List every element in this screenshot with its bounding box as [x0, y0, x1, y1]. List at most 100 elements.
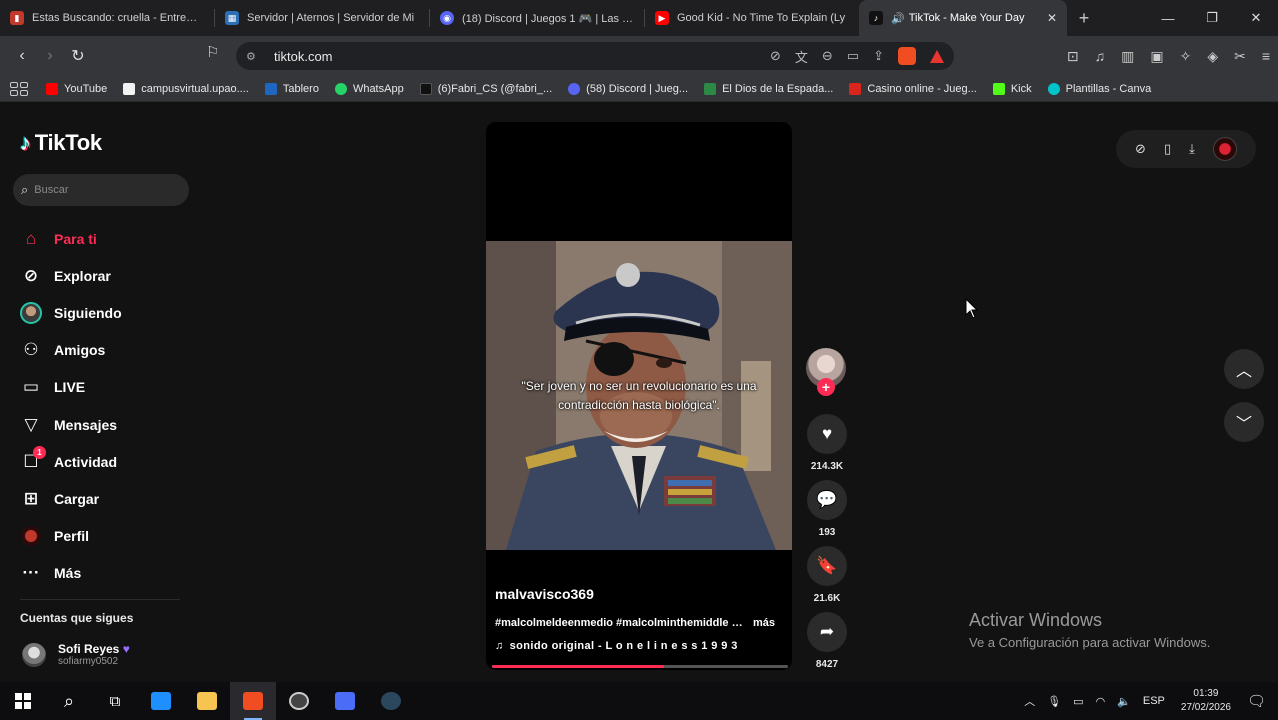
language-indicator[interactable]: ESP	[1143, 695, 1165, 707]
download-icon[interactable]: ⤓	[1189, 141, 1195, 157]
video-author[interactable]: malvavisco369	[495, 586, 594, 602]
bookmark-item[interactable]: El Dios de la Espada...	[704, 82, 833, 95]
bookmark-item[interactable]: YouTube	[46, 82, 107, 95]
sidebar-item-explorar[interactable]: ⊘ Explorar	[18, 257, 188, 294]
task-view-button[interactable]: ⧉	[92, 682, 138, 720]
sidebar-item-siguiendo[interactable]: Siguiendo	[18, 294, 188, 331]
apps-grid-icon[interactable]	[10, 81, 28, 96]
wallet-icon[interactable]: ▣	[1150, 48, 1163, 65]
media-icon[interactable]: ♫	[1095, 48, 1106, 64]
vpn-icon[interactable]: ◈	[1207, 48, 1218, 65]
wifi-icon[interactable]: ◠	[1096, 695, 1106, 708]
back-icon[interactable]: ‹	[8, 42, 36, 70]
browser-tab-active[interactable]: ♪ 🔊 TikTok - Make Your Day ✕	[859, 0, 1067, 36]
sidebar-item-live[interactable]: ▭ LIVE	[18, 369, 188, 406]
comment-action[interactable]: 💬 193	[807, 480, 847, 538]
sidebar-item-mas[interactable]: ··· Más	[18, 555, 188, 592]
bookmark-item[interactable]: Plantillas - Canva	[1047, 82, 1151, 95]
more-button[interactable]: más	[753, 617, 775, 629]
steam-taskbar-button[interactable]	[368, 682, 414, 720]
address-bar[interactable]: ⚙ tiktok.com ⊘ 文 ⊖ ▭ ⇪	[236, 42, 954, 70]
search-input[interactable]: ⌕ Buscar	[13, 174, 189, 206]
volume-icon[interactable]: 🔈	[1117, 695, 1131, 708]
tiktok-logo[interactable]: ♪ TikTok	[20, 130, 102, 156]
show-hidden-icons-icon[interactable]: ︿	[1024, 693, 1035, 709]
bookmark-icon[interactable]: 🔖	[807, 546, 847, 586]
like-action[interactable]: ♥ 214.3K	[807, 414, 847, 472]
sidebar-item-mensajes[interactable]: ▽ Mensajes	[18, 406, 188, 443]
sidebar-panel-icon[interactable]: ⊡	[1067, 48, 1079, 65]
video-hashtags[interactable]: #malcolmeldeenmedio #malcolminthemiddle …	[495, 617, 743, 629]
translate-icon[interactable]: 文	[795, 47, 808, 66]
minimize-icon[interactable]: —	[1146, 0, 1190, 36]
next-video-button[interactable]: ﹀	[1224, 402, 1264, 442]
cast-icon[interactable]: ▭	[847, 48, 859, 64]
bookmark-item[interactable]: Kick	[992, 82, 1032, 95]
sidebar-icon[interactable]: ▥	[1121, 48, 1134, 65]
share-count: 8427	[815, 659, 839, 670]
video-progress-bar[interactable]	[492, 665, 788, 668]
bookmark-item[interactable]: WhatsApp	[334, 82, 404, 95]
bookmark-item[interactable]: Casino online - Jueg...	[849, 82, 977, 95]
brave-taskbar-button[interactable]	[230, 682, 276, 720]
audio-playing-icon[interactable]: 🔊	[891, 12, 905, 25]
like-count: 214.3K	[810, 461, 844, 472]
sidebar-item-cargar[interactable]: ⊞ Cargar	[18, 480, 188, 517]
close-window-icon[interactable]: ✕	[1234, 0, 1278, 36]
youtube-icon	[46, 82, 58, 95]
battery-icon[interactable]: ▭	[1073, 695, 1083, 708]
bookmark-page-icon[interactable]: ⚐	[206, 43, 219, 61]
bookmark-item[interactable]: campusvirtual.upao....	[123, 82, 249, 95]
creator-avatar[interactable]: +	[806, 348, 846, 396]
bookmark-item[interactable]: (58) Discord | Jueg...	[568, 82, 688, 95]
browser-tab[interactable]: ▶ Good Kid - No Time To Explain (Ly	[645, 0, 859, 36]
profile-avatar[interactable]	[1212, 137, 1237, 161]
site-info-icon[interactable]: ⚙	[246, 50, 260, 63]
get-coins-icon[interactable]: ⊘	[1135, 141, 1146, 157]
sidebar-item-label: Mensajes	[54, 416, 118, 433]
notifications-icon[interactable]: 🗨	[1247, 692, 1266, 710]
clock[interactable]: 01:39 27/02/2026	[1181, 687, 1231, 715]
following-avatar-icon	[18, 301, 44, 324]
menu-icon[interactable]: ≡	[1262, 48, 1270, 64]
bookmark-item[interactable]: Tablero	[264, 82, 319, 95]
share-arrow-icon[interactable]: ➦	[807, 612, 847, 652]
file-explorer-button[interactable]	[184, 682, 230, 720]
share-action[interactable]: ➦ 8427	[807, 612, 847, 670]
tab-close-icon[interactable]: ✕	[1047, 11, 1057, 25]
brave-shields-icon[interactable]	[898, 47, 916, 65]
app-taskbar-button[interactable]	[276, 682, 322, 720]
reload-icon[interactable]: ↻	[64, 42, 92, 70]
sidebar-item-actividad[interactable]: ☐ 1 Actividad	[18, 443, 188, 480]
discord-taskbar-button[interactable]	[322, 682, 368, 720]
start-button[interactable]	[0, 682, 46, 720]
followed-account[interactable]: Sofi Reyes ♥ sofiarmy0502	[22, 642, 130, 667]
previous-video-button[interactable]: ︿	[1224, 349, 1264, 389]
search-button[interactable]: ⌕	[46, 682, 92, 720]
desktop-app-icon[interactable]: ▯	[1164, 141, 1171, 157]
follow-plus-icon[interactable]: +	[817, 378, 835, 396]
share-icon[interactable]: ⇪	[873, 48, 884, 64]
save-action[interactable]: 🔖 21.6K	[807, 546, 847, 604]
new-tab-button[interactable]: +	[1067, 8, 1101, 29]
video-sound[interactable]: ♫ sonido original - L o n e l i n e s s …	[495, 640, 738, 652]
store-button[interactable]	[138, 682, 184, 720]
sidebar-item-perfil[interactable]: Perfil	[18, 518, 188, 555]
sidebar-item-para-ti[interactable]: ⌂ Para ti	[18, 220, 188, 257]
leo-ai-icon[interactable]: ✧	[1180, 48, 1192, 65]
comment-icon[interactable]: 💬	[807, 480, 847, 520]
video-player[interactable]: "Ser joven y no ser un revolucionario es…	[486, 122, 792, 670]
heart-icon[interactable]: ♥	[807, 414, 847, 454]
restore-icon[interactable]: ❐	[1190, 0, 1234, 36]
zoom-icon[interactable]: ⊖	[822, 48, 833, 64]
browser-tab[interactable]: ◉ (18) Discord | Juegos 1 🎮 | Las Ma	[430, 0, 644, 36]
extensions-icon[interactable]: ✂	[1234, 48, 1246, 65]
microphone-icon[interactable]: 🎙	[1047, 695, 1061, 708]
brave-rewards-icon[interactable]	[930, 49, 944, 63]
forward-icon[interactable]: ›	[36, 42, 64, 70]
browser-tab[interactable]: ▦ Servidor | Aternos | Servidor de Mi	[215, 0, 429, 36]
sidebar-item-amigos[interactable]: ⚇ Amigos	[18, 332, 188, 369]
browser-tab[interactable]: ▮ Estas Buscando: cruella - EntrePeli	[0, 0, 214, 36]
bookmark-item[interactable]: (6)Fabri_CS (@fabri_...	[419, 82, 552, 95]
no-translate-icon[interactable]: ⊘	[770, 48, 781, 64]
